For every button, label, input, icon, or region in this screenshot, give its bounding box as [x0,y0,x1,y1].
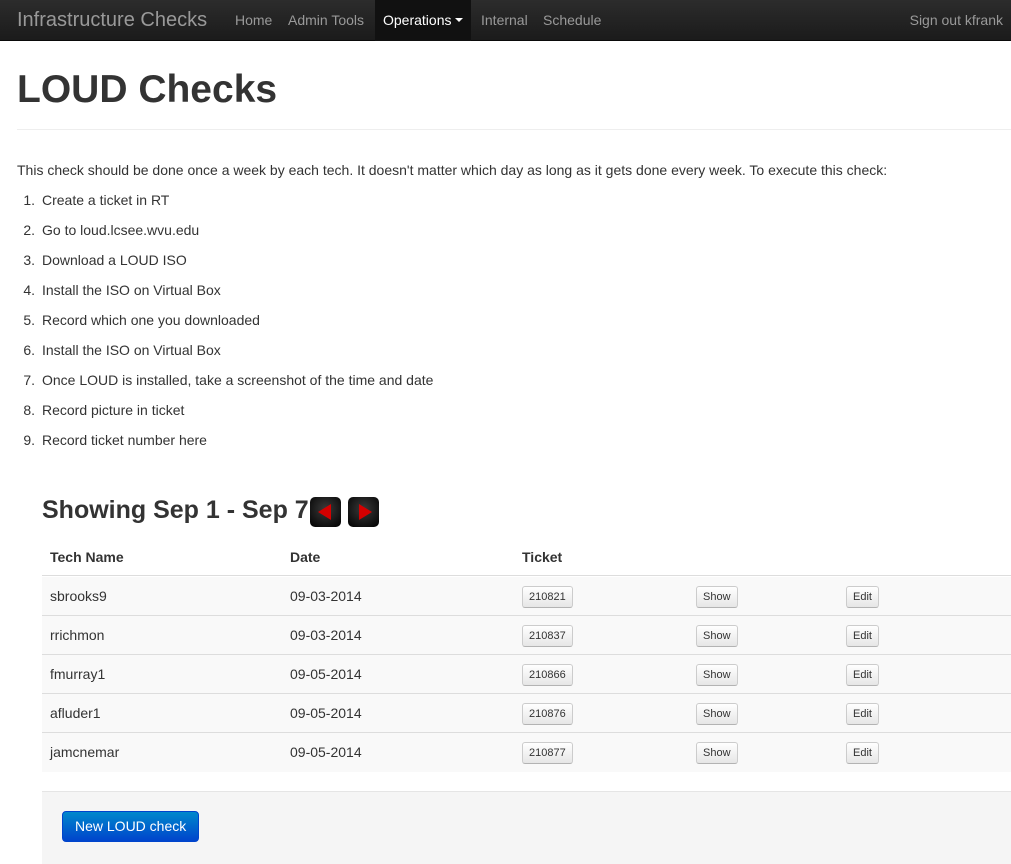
step-item: 1. Create a ticket in RT [17,190,433,220]
column-header-ticket: Ticket [522,549,563,565]
step-number: 1. [23,192,35,208]
date-cell: 09-05-2014 [290,744,362,760]
tech-name-cell: rrichmon [50,627,105,643]
caret-down-icon [455,18,464,23]
ticket-button[interactable]: 210876 [522,703,573,725]
step-number: 5. [23,312,35,328]
table-row: jamcnemar 09-05-2014 210877 Show Edit [42,733,1011,772]
step-item: 9. Record ticket number here [17,430,433,460]
header-divider [17,129,1011,130]
column-header-date: Date [290,549,321,565]
step-number: 7. [23,372,35,388]
date-cell: 09-03-2014 [290,627,362,643]
step-item: 5. Record which one you downloaded [17,310,433,340]
step-text: Install the ISO on Virtual Box [42,282,221,298]
tech-name-cell: fmurray1 [50,666,106,682]
step-number: 4. [23,282,35,298]
table-header: Tech Name Date Ticket [42,538,1011,576]
ticket-button[interactable]: 210877 [522,742,573,764]
step-number: 2. [23,222,35,238]
date-cell: 09-05-2014 [290,705,362,721]
arrow-right-icon [359,504,372,520]
edit-button[interactable]: Edit [846,703,879,725]
nav-item-schedule[interactable]: Schedule [543,0,601,41]
show-button[interactable]: Show [696,703,738,725]
step-text: Go to loud.lcsee.wvu.edu [42,222,200,238]
new-loud-check-button[interactable]: New LOUD check [62,811,200,842]
nav-item-home[interactable]: Home [235,0,272,41]
step-text: Create a ticket in RT [42,192,170,208]
step-text: Record which one you downloaded [42,312,260,328]
arrow-left-icon [318,504,331,520]
form-actions: New LOUD check [42,791,1011,864]
brand-link[interactable]: Infrastructure Checks [17,8,207,32]
page-title: LOUD Checks [17,68,278,111]
step-item: 6. Install the ISO on Virtual Box [17,340,433,370]
steps-list: 1. Create a ticket in RT 2. Go to loud.lcs… [17,190,433,460]
show-button[interactable]: Show [696,586,738,608]
show-button[interactable]: Show [696,664,738,686]
step-item: 7. Once LOUD is installed, take a screens… [17,370,433,400]
edit-button[interactable]: Edit [846,586,879,608]
step-item: 3. Download a LOUD ISO [17,250,433,280]
tech-name-cell: jamcnemar [50,744,120,760]
tech-name-cell: sbrooks9 [50,588,107,604]
nav-item-admin-tools[interactable]: Admin Tools [288,0,364,41]
table-row: sbrooks9 09-03-2014 210821 Show Edit [42,577,1011,616]
step-number: 9. [23,432,35,448]
step-text: Install the ISO on Virtual Box [42,342,221,358]
table-row: rrichmon 09-03-2014 210837 Show Edit [42,616,1011,655]
show-button[interactable]: Show [696,625,738,647]
step-text: Record picture in ticket [42,402,185,418]
intro-text: This check should be done once a week by… [17,162,888,178]
column-header-tech-name: Tech Name [50,549,124,565]
nav-item-internal[interactable]: Internal [481,0,528,41]
step-text: Once LOUD is installed, take a screensho… [42,372,434,388]
tech-name-cell: afluder1 [50,705,101,721]
nav-item-operations-label: Operations [383,12,452,28]
step-text: Record ticket number here [42,432,207,448]
edit-button[interactable]: Edit [846,742,879,764]
next-week-button[interactable] [348,497,379,527]
nav-item-operations[interactable]: Operations [375,0,472,41]
date-cell: 09-05-2014 [290,666,362,682]
table-row: afluder1 09-05-2014 210876 Show Edit [42,694,1011,733]
step-item: 4. Install the ISO on Virtual Box [17,280,433,310]
step-number: 6. [23,342,35,358]
ticket-button[interactable]: 210837 [522,625,573,647]
top-navbar: Infrastructure Checks Home Admin Tools O… [0,0,1011,41]
previous-week-button[interactable] [310,497,341,527]
step-item: 2. Go to loud.lcsee.wvu.edu [17,220,433,250]
show-button[interactable]: Show [696,742,738,764]
step-number: 3. [23,252,35,268]
edit-button[interactable]: Edit [846,625,879,647]
edit-button[interactable]: Edit [846,664,879,686]
sign-out-link[interactable]: Sign out kfrank [910,0,1003,41]
date-cell: 09-03-2014 [290,588,362,604]
table-row: fmurray1 09-05-2014 210866 Show Edit [42,655,1011,694]
ticket-button[interactable]: 210866 [522,664,573,686]
step-text: Download a LOUD ISO [42,252,187,268]
step-item: 8. Record picture in ticket [17,400,433,430]
step-number: 8. [23,402,35,418]
week-range-heading: Showing Sep 1 - Sep 7 [42,496,309,524]
ticket-button[interactable]: 210821 [522,586,573,608]
